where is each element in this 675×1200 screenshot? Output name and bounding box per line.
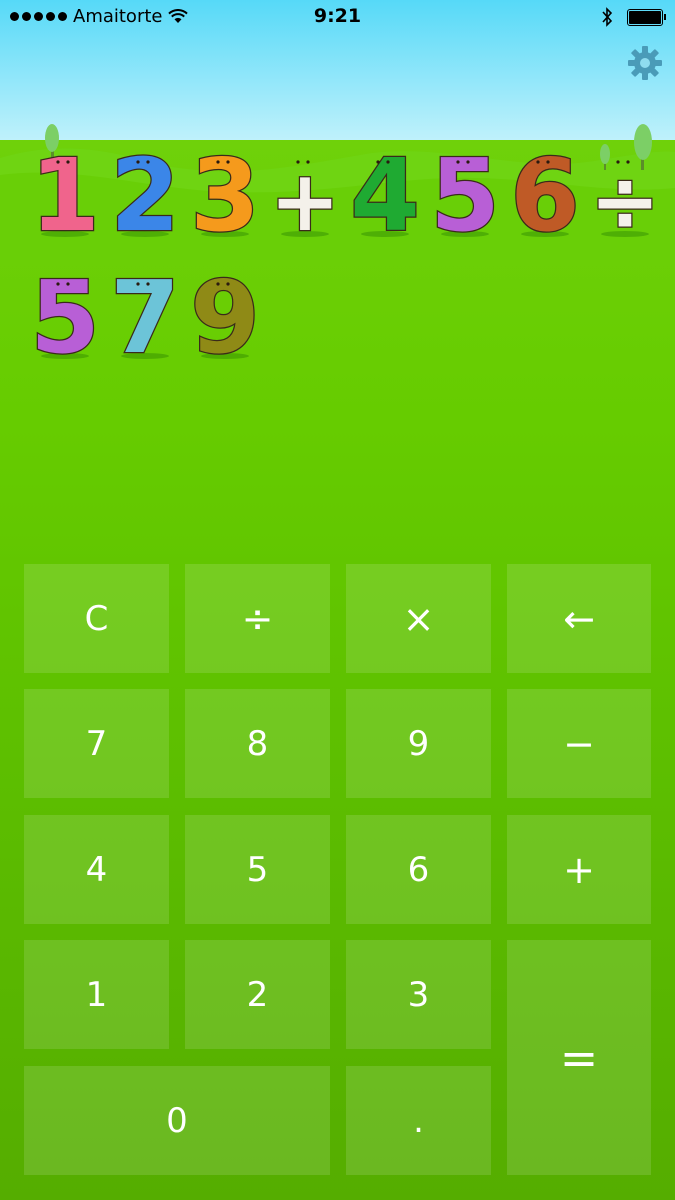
settings-gear-button[interactable] (627, 45, 663, 81)
display-glyph: 5 (30, 259, 100, 376)
clear-button[interactable]: C (24, 564, 169, 673)
display-character-7-9: 7 (108, 252, 182, 378)
key-5[interactable]: 5 (185, 815, 330, 924)
display-glyph: 5 (430, 137, 500, 254)
backspace-button[interactable]: ← (507, 564, 651, 673)
display-character-4-4: 4 (348, 130, 422, 256)
display-glyph: 2 (110, 137, 180, 254)
display-character-6-6: 6 (508, 130, 582, 256)
display-glyph: ÷ (590, 152, 660, 250)
display-glyph: 6 (510, 137, 580, 254)
display-character-5-5: 5 (428, 130, 502, 256)
gear-icon (628, 46, 662, 80)
key-0[interactable]: 0 (24, 1066, 330, 1175)
divide-button[interactable]: ÷ (185, 564, 330, 673)
clock-time: 9:21 (313, 5, 362, 27)
display-glyph: 4 (350, 137, 420, 254)
display-character-3-2: 3 (188, 130, 262, 256)
status-bar: Amaitorte 9:21 (0, 0, 675, 36)
decimal-button[interactable]: . (346, 1066, 491, 1175)
calculator-display: 1 2 3 +4 5 6 ÷ 5 7 9 (0, 120, 675, 400)
display-character-5-8: 5 (28, 252, 102, 378)
key-9[interactable]: 9 (346, 689, 491, 798)
display-glyph: + (270, 152, 340, 250)
multiply-button[interactable]: × (346, 564, 491, 673)
display-glyph: 7 (110, 259, 180, 376)
display-glyph: 3 (190, 137, 260, 254)
bluetooth-icon (602, 7, 613, 27)
key-4[interactable]: 4 (24, 815, 169, 924)
key-1[interactable]: 1 (24, 940, 169, 1049)
minus-button[interactable]: − (507, 689, 651, 798)
equals-button[interactable]: = (507, 940, 651, 1175)
key-7[interactable]: 7 (24, 689, 169, 798)
key-6[interactable]: 6 (346, 815, 491, 924)
key-8[interactable]: 8 (185, 689, 330, 798)
key-2[interactable]: 2 (185, 940, 330, 1049)
battery-icon (627, 8, 666, 26)
display-glyph: 9 (190, 259, 260, 376)
display-character-plus-3: + (268, 130, 342, 252)
key-3[interactable]: 3 (346, 940, 491, 1049)
display-character-9-10: 9 (188, 252, 262, 378)
display-glyph: 1 (30, 137, 100, 254)
display-character-1-0: 1 (28, 130, 102, 256)
plus-button[interactable]: + (507, 815, 651, 924)
display-character-divide-7: ÷ (588, 130, 662, 252)
display-character-2-1: 2 (108, 130, 182, 256)
